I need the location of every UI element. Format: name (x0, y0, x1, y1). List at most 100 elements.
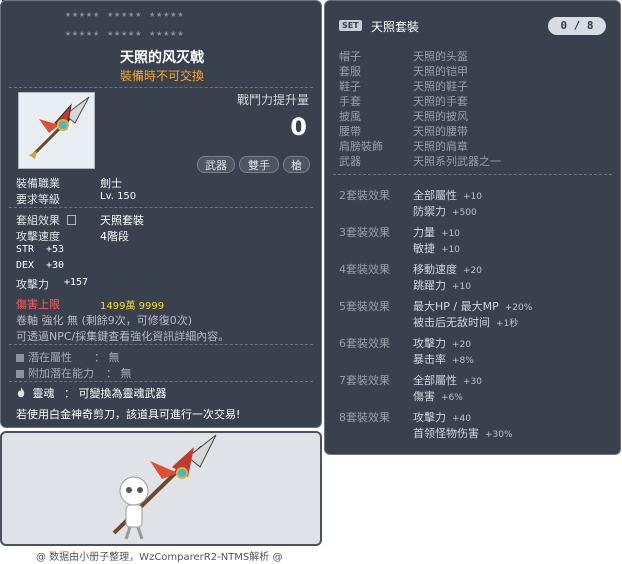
set-effect-group: 4套裝效果 移動速度 +20 跳躍力 +10 (339, 261, 482, 292)
set-effect-line: 力量 +10 (413, 224, 460, 240)
set-slot-row: 鞋子 天照的鞋子 (339, 78, 468, 94)
set-effect-line: 全部屬性 +10 (413, 187, 482, 203)
dex-value: +30 (46, 260, 65, 271)
set-effect-value: +30 (463, 377, 482, 387)
set-effect-stat: 防禦力 (413, 205, 446, 218)
set-effect-stat: 攻擊力 (413, 411, 446, 424)
set-title: 天照套裝 (371, 20, 420, 34)
set-slot-row: 手套 天照的手套 (339, 93, 468, 109)
additional-potential-label: 附加潛在能力 (28, 367, 94, 380)
set-slot-label: 肩膀裝飾 (339, 140, 383, 153)
set-slot-row: 披風 天照的披风 (339, 108, 468, 124)
set-effect-group: 6套裝效果 攻擊力 +20 暴击率 +8% (339, 335, 474, 366)
power-gain-label: 戰鬥力提升量 (237, 93, 310, 107)
set-effects-panel: SET 天照套裝 0 / 8 帽子 天照的头盔 套服 天照的铠甲 鞋子 天照的鞋子 手套 天照… (324, 0, 621, 455)
npc-info: 可透過NPC/採集鍵查看強化資訊詳細內容。 (16, 330, 230, 343)
set-label: 套組效果 (16, 214, 60, 227)
set-effect-value: +40 (452, 414, 471, 424)
str-row: STR +53 (16, 244, 64, 255)
set-slot-label: 帽子 (339, 50, 361, 63)
set-slot-row: 套服 天照的铠甲 (339, 63, 468, 79)
divider (333, 174, 612, 175)
damage-cap-label: 傷害上限 (16, 298, 60, 311)
set-effect-value: +20 (463, 266, 482, 276)
set-slot-row: 武器 天照系列武器之一 (339, 153, 501, 169)
set-effect-value: +500 (452, 208, 477, 218)
tag-weapon: 武器 (197, 156, 235, 173)
set-effect-line: 敏捷 +10 (413, 240, 460, 256)
set-effect-group: 2套裝效果 全部屬性 +10 防禦力 +500 (339, 187, 482, 218)
dex-label: DEX (16, 260, 35, 271)
potential-bullet-icon (16, 354, 24, 362)
divider (9, 87, 313, 88)
damage-cap-value: 1499萬 9999 (100, 301, 165, 312)
additional-potential-row: 附加潛在能力 ： 無 (16, 365, 132, 381)
speed-row: 攻擊速度 4階段 (16, 228, 129, 244)
potential-label: 潛在屬性 (28, 351, 72, 364)
set-effect-value: +10 (452, 282, 471, 292)
attack-value: +157 (64, 277, 89, 288)
set-slot-item-name: 天照的铠甲 (413, 65, 468, 78)
scroll-info: 卷軸 強化 無 (剩餘9次，可修復0次) (16, 314, 193, 327)
potential-value: ： 無 (94, 351, 120, 364)
set-effect-stat: 攻擊力 (413, 337, 446, 350)
set-slot-item-name: 天照的手套 (413, 95, 468, 108)
set-effect-value: +10 (441, 245, 460, 255)
speed-label: 攻擊速度 (16, 230, 60, 243)
level-row: 要求等級 Lv. 150 (16, 191, 136, 207)
set-effect-tier-label: 4套裝效果 (339, 263, 390, 276)
set-slot-label: 腰帶 (339, 125, 361, 138)
additional-potential-bullet-icon (16, 370, 24, 378)
set-effect-line: 首领怪物伤害 +30% (413, 425, 513, 441)
set-effect-line: 防禦力 +500 (413, 203, 477, 219)
set-effect-value: +1秒 (496, 319, 519, 329)
set-effect-group: 7套裝效果 全部屬性 +30 傷害 +6% (339, 372, 482, 403)
set-slot-label: 武器 (339, 155, 361, 168)
set-effect-line: 全部屬性 +30 (413, 372, 482, 388)
set-effect-line: 傷害 +6% (413, 388, 463, 404)
job-value: 劍士 (100, 177, 122, 190)
set-effect-tier-label: 8套裝效果 (339, 411, 390, 424)
tag-spear: 槍 (283, 156, 310, 173)
set-effect-tier-label: 2套裝效果 (339, 189, 390, 202)
soul-row: 靈魂 ： 可變換為靈魂武器 (16, 385, 167, 401)
set-slot-item-name: 天照的肩章 (413, 140, 468, 153)
character-with-spear-image (112, 434, 217, 540)
set-slot-label: 套服 (339, 65, 361, 78)
set-effect-value: +6% (441, 393, 463, 403)
set-effect-stat: 跳躍力 (413, 279, 446, 292)
attack-row: 攻擊力 +157 (16, 276, 88, 292)
set-effect-stat: 移動速度 (413, 263, 457, 276)
set-value: 天照套裝 (100, 214, 144, 227)
soul-label: 靈魂 (32, 387, 55, 400)
untradeable-notice: 裝備時不可交換 (119, 69, 204, 83)
set-effect-value: +8% (452, 356, 474, 366)
level-label: 要求等級 (16, 193, 60, 206)
divider (9, 344, 313, 345)
set-slot-row: 腰帶 天照的腰带 (339, 123, 468, 139)
footer-credit: @ 数据由小册子整理，WzComparerR2-NTMS解析 @ (36, 552, 283, 563)
set-effect-stat: 全部屬性 (413, 189, 457, 202)
set-effect-tier-label: 3套裝效果 (339, 226, 390, 239)
set-slot-label: 鞋子 (339, 80, 361, 93)
soul-value: ： 可變換為靈魂武器 (64, 387, 167, 400)
set-slot-item-name: 天照的头盔 (413, 50, 468, 63)
set-effect-stat: 被击后无敌时间 (413, 316, 490, 329)
set-slot-item-name: 天照的鞋子 (413, 80, 468, 93)
set-effect-stat: 敏捷 (413, 242, 435, 255)
item-tooltip-panel: ★★★★★ ★★★★★ ★★★★★ ★★★★★ ★★★★★ ★★★★★ 天照的风… (0, 0, 322, 428)
set-effect-value: +10 (441, 229, 460, 239)
set-effect-line: 被击后无敌时间 +1秒 (413, 314, 518, 330)
set-slot-row: 帽子 天照的头盔 (339, 48, 468, 64)
set-effect-stat: 傷害 (413, 390, 435, 403)
item-icon-frame (18, 92, 95, 169)
set-effect-line: 攻擊力 +40 (413, 409, 471, 425)
set-effect-line: 跳躍力 +10 (413, 277, 471, 293)
set-effect-tier-label: 6套裝效果 (339, 337, 390, 350)
speed-value: 4階段 (100, 230, 129, 243)
set-effect-value: +30% (485, 430, 513, 440)
divider (9, 381, 313, 382)
set-effect-line: 暴击率 +8% (413, 351, 474, 367)
set-effect-tier-label: 5套裝效果 (339, 300, 390, 313)
set-effect-stat: 力量 (413, 226, 435, 239)
